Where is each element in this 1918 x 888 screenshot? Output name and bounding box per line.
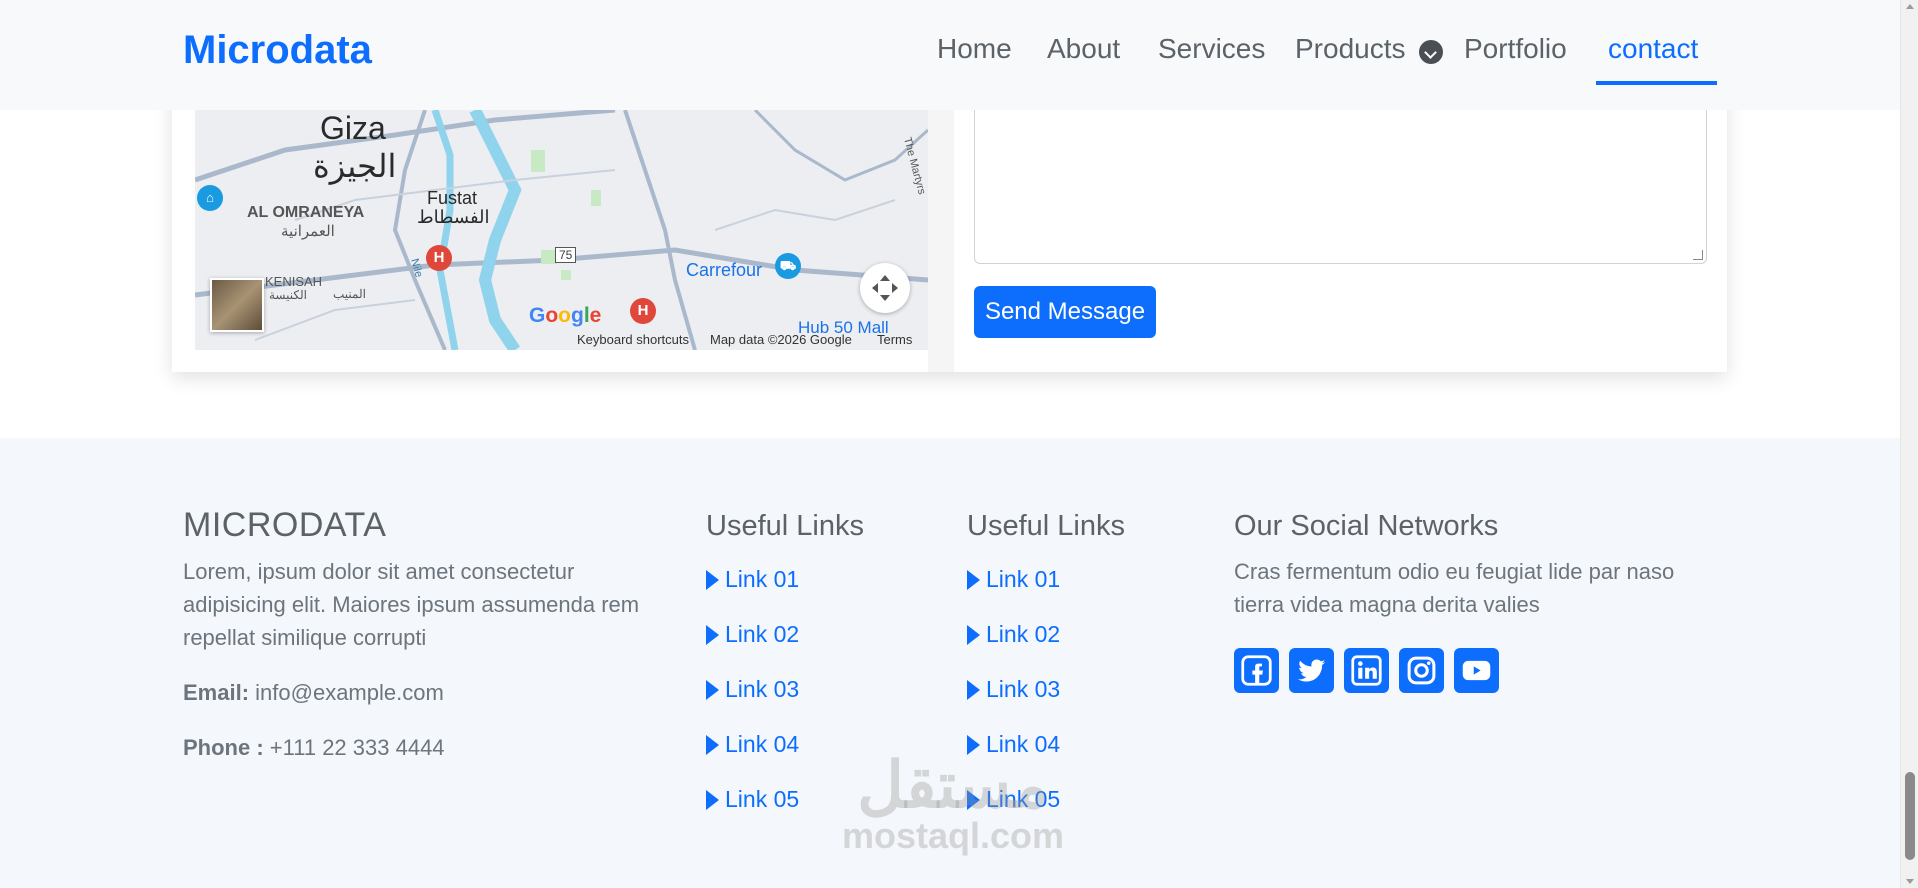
map-label-giza: Giza — [320, 110, 386, 146]
map-label-fustat: Fustat — [427, 188, 478, 208]
brand-logo[interactable]: Microdata — [183, 28, 372, 73]
footer-link-1-01[interactable]: Link 01 — [706, 566, 799, 593]
map-label-kenisah: KENISAH — [265, 274, 323, 289]
useful-links-title-1: Useful Links — [706, 510, 864, 542]
hospital-pin-icon[interactable]: H — [630, 298, 656, 324]
column-gutter — [928, 110, 954, 372]
terms-link[interactable]: Terms — [877, 332, 912, 347]
scrollbar-thumb[interactable] — [1905, 772, 1915, 860]
map-move-control-icon[interactable] — [860, 263, 910, 313]
footer-link-2-02[interactable]: Link 02 — [967, 621, 1060, 648]
nav-contact[interactable]: contact — [1608, 33, 1698, 65]
caret-right-icon — [967, 625, 980, 645]
map-label-carrefour: Carrefour — [686, 260, 763, 280]
keyboard-shortcuts-link[interactable]: Keyboard shortcuts — [577, 332, 689, 347]
map-label-fustat-ar: الفسطاط — [417, 207, 490, 227]
caret-right-icon — [706, 790, 719, 810]
shopping-pin-icon[interactable]: ⌂ — [197, 185, 223, 211]
map-data-text: Map data ©2026 Google — [710, 332, 852, 347]
footer-brand: MICRODATA — [183, 506, 387, 544]
footer-link-2-01[interactable]: Link 01 — [967, 566, 1060, 593]
map-label-kenisah-ar: الكنيسة — [269, 288, 307, 302]
google-logo: Google — [529, 304, 602, 327]
linkedin-icon[interactable] — [1344, 648, 1389, 693]
mostaql-watermark: مستقل mostaql.com — [842, 752, 1064, 854]
youtube-icon[interactable] — [1454, 648, 1499, 693]
scroll-down-icon[interactable] — [1906, 879, 1914, 884]
nav-services[interactable]: Services — [1158, 33, 1265, 65]
footer-link-2-03[interactable]: Link 03 — [967, 676, 1060, 703]
nav-products[interactable]: Products — [1295, 33, 1406, 65]
map-label-giza-ar: الجيزة — [313, 148, 397, 184]
footer-link-1-02[interactable]: Link 02 — [706, 621, 799, 648]
email-label: Email: — [183, 680, 250, 705]
email-value[interactable]: info@example.com — [255, 680, 444, 705]
twitter-icon[interactable] — [1289, 648, 1334, 693]
caret-right-icon — [706, 625, 719, 645]
caret-right-icon — [967, 680, 980, 700]
footer-link-1-03[interactable]: Link 03 — [706, 676, 799, 703]
social-title: Our Social Networks — [1234, 510, 1499, 542]
social-text: Cras fermentum odio eu feugiat lide par … — [1234, 559, 1675, 617]
caret-right-icon — [706, 570, 719, 590]
satellite-toggle-thumbnail[interactable] — [210, 278, 264, 332]
map-label-omraneya: AL OMRANEYA — [247, 204, 365, 221]
caret-right-icon — [706, 735, 719, 755]
caret-right-icon — [967, 570, 980, 590]
active-nav-indicator — [1596, 81, 1717, 85]
nav-portfolio[interactable]: Portfolio — [1464, 33, 1567, 65]
caret-right-icon — [706, 680, 719, 700]
facebook-icon[interactable] — [1234, 648, 1279, 693]
map-label-monib-ar: المنيب — [333, 287, 366, 301]
map-label-road-75: 75 — [555, 247, 577, 263]
resize-handle-icon[interactable] — [1693, 250, 1703, 260]
footer-email: Email: info@example.com — [183, 676, 444, 709]
navbar: Microdata Home About Services Products P… — [0, 0, 1900, 110]
nav-about[interactable]: About — [1047, 33, 1120, 65]
page-scrollbar[interactable] — [1900, 0, 1918, 888]
scroll-up-icon[interactable] — [1906, 4, 1914, 9]
send-message-button[interactable]: Send Message — [974, 286, 1156, 338]
phone-label: Phone : — [183, 735, 264, 760]
footer-phone: Phone : +111 22 333 4444 — [183, 731, 445, 764]
phone-value[interactable]: +111 22 333 4444 — [270, 735, 445, 760]
nav-home[interactable]: Home — [937, 33, 1012, 65]
chevron-down-icon[interactable] — [1419, 40, 1443, 64]
footer-link-1-04[interactable]: Link 04 — [706, 731, 799, 758]
hospital-pin-icon[interactable]: H — [426, 245, 452, 271]
watermark-arabic: مستقل — [857, 749, 1049, 821]
useful-links-title-2: Useful Links — [967, 510, 1125, 542]
google-map[interactable]: Giza الجيزة AL OMRANEYA العمرانية Fustat… — [195, 110, 928, 350]
cart-pin-icon[interactable]: ⛟ — [775, 253, 801, 279]
instagram-icon[interactable] — [1399, 648, 1444, 693]
footer-link-1-05[interactable]: Link 05 — [706, 786, 799, 813]
watermark-latin: mostaql.com — [842, 815, 1065, 856]
footer-about-text: Lorem, ipsum dolor sit amet consectetur … — [183, 559, 640, 650]
map-label-omraneya-ar: العمرانية — [281, 223, 335, 240]
